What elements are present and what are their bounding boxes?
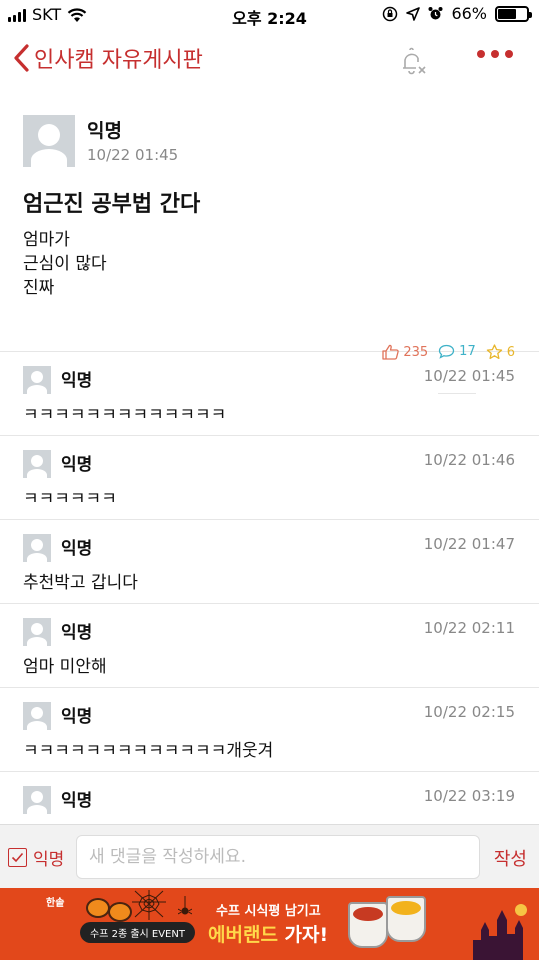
checkmark-icon — [11, 852, 24, 863]
avatar — [23, 450, 51, 478]
comment-input[interactable] — [76, 835, 480, 879]
pumpkin-icon — [108, 902, 132, 922]
dot-icon — [491, 50, 499, 58]
ad-tail: 가자! — [277, 924, 329, 946]
pumpkin-icon — [86, 898, 110, 918]
more-menu-button[interactable] — [477, 50, 513, 58]
battery-percent: 66% — [451, 4, 487, 23]
chevron-left-icon — [14, 44, 29, 72]
castle-icon — [473, 904, 527, 960]
post-content: 엄마가 근심이 많다 진짜 — [23, 228, 107, 300]
comment-time: 10/22 03:19 — [423, 787, 515, 805]
location-icon — [406, 6, 421, 21]
comment-author: 익명 — [61, 455, 93, 475]
status-right: 66% — [382, 4, 532, 23]
battery-icon — [495, 5, 532, 22]
ad-event-pill: 수프 2종 출시 EVENT — [80, 922, 195, 943]
spider-web-icon — [132, 890, 166, 920]
dot-icon — [505, 50, 513, 58]
comment-author: 익명 — [61, 539, 93, 559]
avatar — [23, 115, 75, 167]
comment-list[interactable]: 익명 10/22 01:45 ㅋㅋㅋㅋㅋㅋㅋㅋㅋㅋㅋㅋㅋ 익명 10/22 01… — [0, 352, 539, 824]
comment-author: 익명 — [61, 623, 93, 643]
comment-item[interactable]: 익명 10/22 01:46 ㅋㅋㅋㅋㅋㅋ — [0, 436, 539, 520]
anonymous-label: 익명 — [33, 850, 65, 870]
ad-highlight: 에버랜드 — [208, 924, 278, 946]
comment-time: 10/22 01:47 — [423, 535, 515, 553]
comment-text: ㅋㅋㅋㅋㅋㅋㅋㅋㅋㅋㅋㅋㅋ — [23, 405, 227, 425]
avatar — [23, 366, 51, 394]
comment-item[interactable]: 익명 10/22 01:47 추천박고 갑니다 — [0, 520, 539, 604]
comment-item[interactable]: 익명 10/22 03:19 — [0, 772, 539, 824]
dot-icon — [477, 50, 485, 58]
alarm-icon — [428, 7, 443, 20]
comment-text: ㅋㅋㅋㅋㅋㅋㅋㅋㅋㅋㅋㅋㅋ개웃겨 — [23, 741, 274, 761]
avatar — [23, 702, 51, 730]
nav-bar: 인사캠 자유게시판 — [0, 30, 539, 90]
comment-input-bar: 익명 작성 — [0, 824, 539, 888]
comment-text: 엄마 미안해 — [23, 657, 107, 677]
post-author: 익명 — [87, 120, 122, 142]
comment-author: 익명 — [61, 371, 93, 391]
post-content-line: 근심이 많다 — [23, 254, 107, 274]
comment-author: 익명 — [61, 707, 93, 727]
comment-text: ㅋㅋㅋㅋㅋㅋ — [23, 489, 117, 509]
comment-time: 10/22 01:46 — [423, 451, 515, 469]
rotation-lock-icon — [383, 6, 398, 21]
back-button[interactable]: 인사캠 자유게시판 — [12, 42, 203, 74]
avatar — [23, 534, 51, 562]
post-title: 엄근진 공부법 간다 — [23, 192, 201, 217]
comment-item[interactable]: 익명 10/22 02:11 엄마 미안해 — [0, 604, 539, 688]
comment-time: 10/22 02:11 — [423, 619, 515, 637]
submit-comment-button[interactable]: 작성 — [494, 845, 527, 871]
comment-text: 추천박고 갑니다 — [23, 573, 138, 593]
soup-cup-image — [348, 902, 388, 948]
post: 익명 10/22 01:45 엄근진 공부법 간다 엄마가 근심이 많다 진짜 … — [0, 90, 539, 394]
avatar — [23, 786, 51, 814]
comment-time: 10/22 01:45 — [423, 367, 515, 385]
checkbox-icon[interactable] — [8, 848, 27, 867]
spider-icon — [178, 896, 192, 915]
comment-item[interactable]: 익명 10/22 02:15 ㅋㅋㅋㅋㅋㅋㅋㅋㅋㅋㅋㅋㅋ개웃겨 — [0, 688, 539, 772]
ad-brand: 한솥 — [46, 898, 65, 909]
post-content-line: 엄마가 — [23, 230, 70, 250]
ad-banner[interactable]: 한솥 수프 2종 출시 EVENT 수프 시식평 남기고 에버랜드 가자! — [0, 888, 539, 960]
notification-off-icon[interactable] — [396, 44, 430, 78]
board-title: 인사캠 자유게시판 — [34, 48, 203, 73]
avatar — [23, 618, 51, 646]
comment-item[interactable]: 익명 10/22 01:45 ㅋㅋㅋㅋㅋㅋㅋㅋㅋㅋㅋㅋㅋ — [0, 352, 539, 436]
post-date: 10/22 01:45 — [87, 146, 179, 164]
soup-cup-image — [386, 896, 426, 942]
ad-subheadline: 에버랜드 가자! — [208, 920, 328, 947]
status-bar: SKT 오후 2:24 66% — [0, 0, 539, 30]
ad-headline: 수프 시식평 남기고 — [216, 904, 321, 919]
comment-time: 10/22 02:15 — [423, 703, 515, 721]
anonymous-toggle[interactable]: 익명 — [8, 845, 64, 870]
comment-author: 익명 — [61, 791, 93, 811]
post-content-line: 진짜 — [23, 278, 55, 298]
